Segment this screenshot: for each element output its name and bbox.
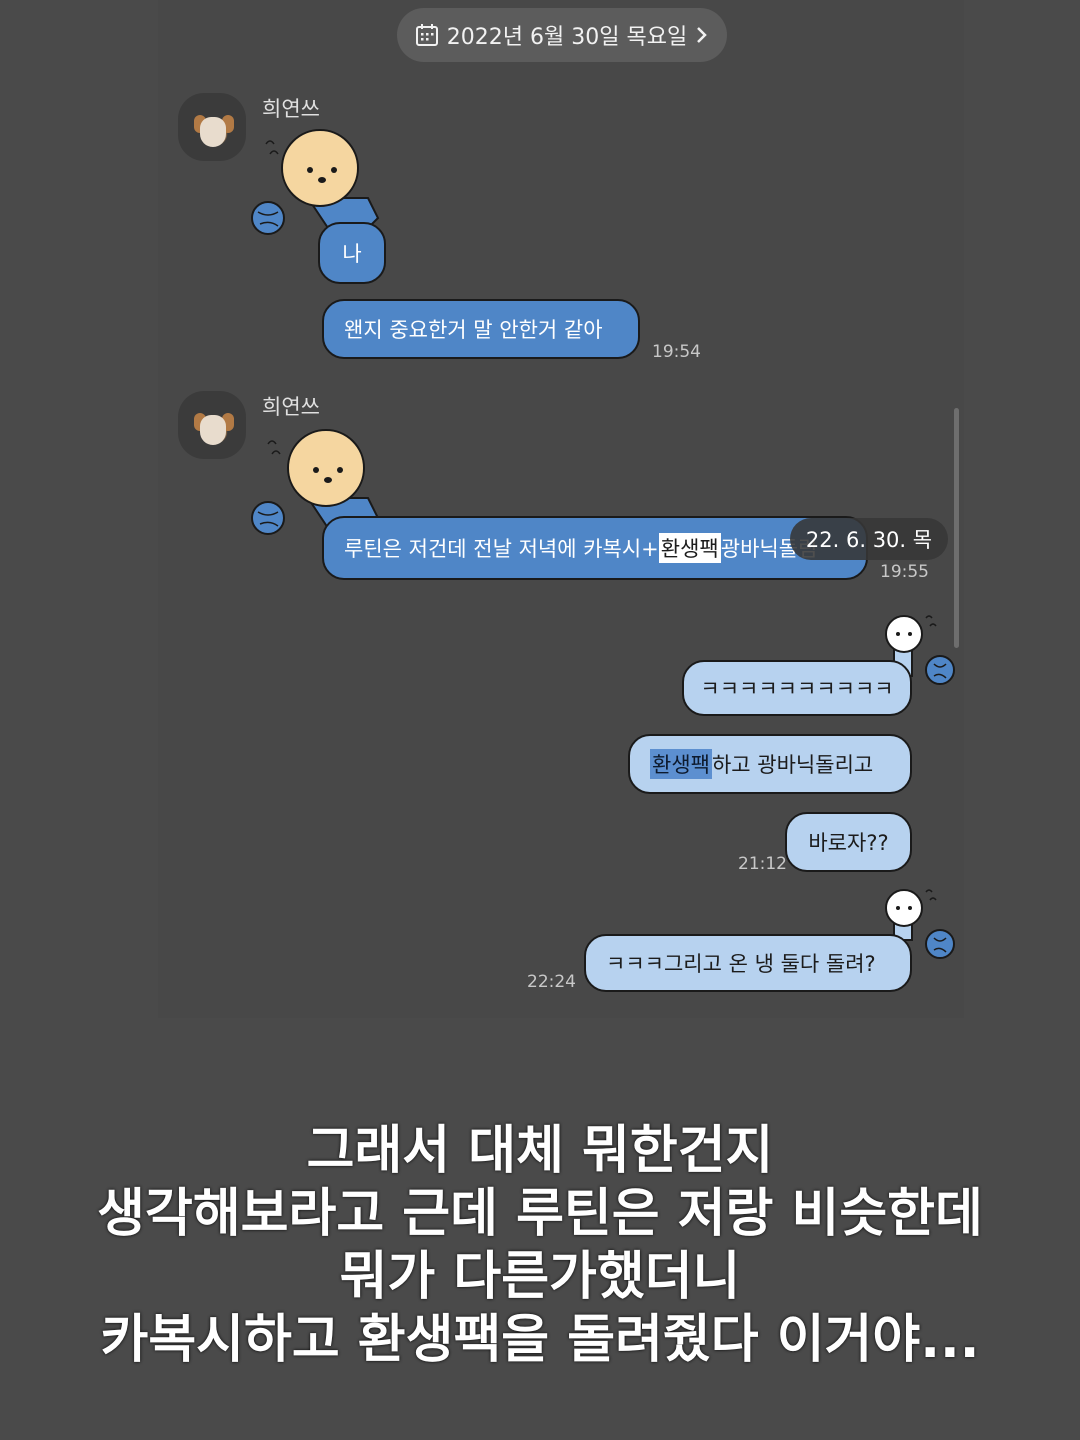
sticker-text: 나	[342, 242, 362, 266]
date-header-label: 2022년 6월 30일 목요일	[446, 25, 688, 50]
calendar-icon	[415, 24, 438, 46]
avatar[interactable]	[178, 93, 246, 161]
caption-line: 뭐가 다른가했더니	[339, 1247, 741, 1307]
my-message-bubble[interactable]: ㅋㅋㅋ그리고 온 냉 둘다 돌려?	[584, 934, 912, 992]
message-text: 왠지 중요한거 말 안한거 같아	[344, 318, 603, 342]
message-text-before: 루틴은 저건데 전날 저녁에 카복시+	[344, 537, 659, 561]
message-text: ㅋㅋㅋㅋㅋㅋㅋㅋㅋㅋ	[700, 677, 894, 701]
date-tooltip: 22. 6. 30. 목	[790, 518, 948, 560]
message-time: 19:54	[652, 342, 701, 362]
screenshot: 2022년 6월 30일 목요일 희연쓰 나 왠지 중요한거 말 안한거 같아 …	[0, 0, 1080, 1440]
caption-line: 생각해보라고 근데 루틴은 저랑 비슷한데	[97, 1184, 983, 1244]
message-time: 22:24	[527, 972, 576, 992]
caption-line: 그래서 대체 뭐한건지	[306, 1121, 774, 1181]
caption-line: 카복시하고 환생팩을 돌려줬다 이거야...	[100, 1310, 980, 1370]
message-text: 바로자??	[808, 831, 889, 855]
date-header-pill[interactable]: 2022년 6월 30일 목요일	[397, 8, 727, 62]
search-highlight: 환생팩	[658, 533, 721, 563]
chevron-right-icon	[697, 27, 707, 43]
message-time: 21:12	[738, 854, 787, 874]
message-bubble[interactable]: 루틴은 저건데 전날 저녁에 카복시+ 환생팩 광바닉돌림	[322, 516, 868, 580]
my-message-bubble[interactable]: ㅋㅋㅋㅋㅋㅋㅋㅋㅋㅋ	[682, 660, 912, 716]
my-message-bubble[interactable]: 바로자??	[785, 812, 912, 872]
sender-name: 희연쓰	[262, 97, 320, 121]
caption-overlay: 그래서 대체 뭐한건지 생각해보라고 근데 루틴은 저랑 비슷한데 뭐가 다른가…	[0, 1120, 1080, 1372]
sender-name: 희연쓰	[262, 395, 320, 419]
message-bubble[interactable]: 왠지 중요한거 말 안한거 같아	[322, 299, 640, 359]
message-text-after: 하고 광바닉돌리고	[711, 753, 874, 777]
message-time: 19:55	[880, 562, 929, 582]
sticker-speech-bubble[interactable]: 나	[318, 222, 386, 284]
search-highlight: 환생팩	[650, 749, 712, 779]
my-message-bubble[interactable]: 환생팩 하고 광바닉돌리고	[628, 734, 912, 794]
avatar[interactable]	[178, 391, 246, 459]
message-text: ㅋㅋㅋ그리고 온 냉 둘다 돌려?	[606, 952, 876, 976]
